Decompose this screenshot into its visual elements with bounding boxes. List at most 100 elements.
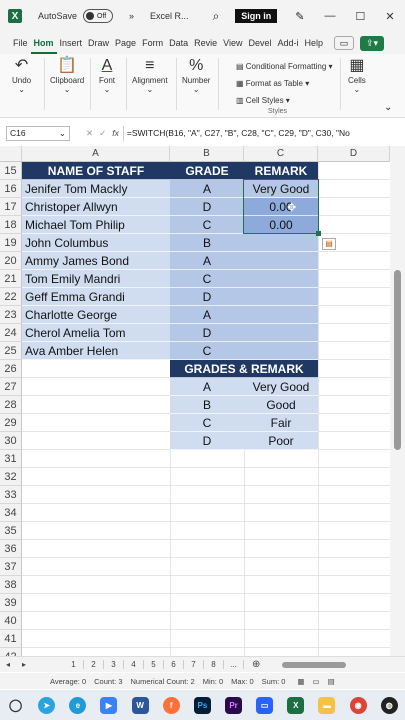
- row-header[interactable]: 35: [0, 522, 22, 540]
- grade-cell[interactable]: A: [170, 180, 244, 198]
- col-header-b[interactable]: B: [170, 146, 244, 162]
- normal-view-icon[interactable]: ▦: [297, 677, 304, 686]
- header-remark[interactable]: REMARK: [244, 162, 318, 180]
- tab-developer[interactable]: Devel: [245, 32, 274, 54]
- col-header-d[interactable]: D: [318, 146, 390, 162]
- staff-name-cell[interactable]: John Columbus: [22, 234, 170, 252]
- tab-draw[interactable]: Draw: [85, 32, 112, 54]
- row-header[interactable]: 33: [0, 486, 22, 504]
- remark-cell[interactable]: [244, 234, 318, 252]
- sheet-tab[interactable]: 7: [184, 660, 204, 669]
- more-commands-icon[interactable]: »: [129, 11, 134, 21]
- name-box[interactable]: C16 ⌄: [6, 125, 70, 141]
- staff-name-cell[interactable]: Charlotte George: [22, 306, 170, 324]
- firefox-icon[interactable]: f: [162, 696, 180, 714]
- grade-cell[interactable]: A: [170, 252, 244, 270]
- chrome-icon[interactable]: ◉: [349, 696, 367, 714]
- grade-key-cell[interactable]: C: [170, 414, 244, 432]
- search-icon[interactable]: ⌕: [213, 9, 220, 24]
- grade-key-cell[interactable]: D: [170, 432, 244, 450]
- grades-remark-title[interactable]: GRADES & REMARK: [170, 360, 318, 378]
- sign-in-button[interactable]: Sign in: [235, 9, 278, 23]
- spreadsheet-grid[interactable]: A B C D 15 16 17 18 19 20 21 22 23 24 25 26 27 28 29 30 31 32…: [0, 146, 390, 656]
- row-header[interactable]: 18: [0, 216, 22, 234]
- remark-cell[interactable]: [244, 324, 318, 342]
- row-header[interactable]: 40: [0, 612, 22, 630]
- telegram-icon[interactable]: ➤: [38, 696, 56, 714]
- row-header[interactable]: 38: [0, 576, 22, 594]
- quick-analysis-icon[interactable]: ▤: [322, 238, 336, 250]
- staff-name-cell[interactable]: Ava Amber Helen: [22, 342, 170, 360]
- grade-cell[interactable]: B: [170, 234, 244, 252]
- display-icon[interactable]: ▭: [256, 696, 274, 714]
- row-header[interactable]: 20: [0, 252, 22, 270]
- tab-review[interactable]: Revie: [191, 32, 220, 54]
- number-group[interactable]: % Number ⌄: [182, 56, 210, 94]
- row-header[interactable]: 36: [0, 540, 22, 558]
- conditional-formatting-button[interactable]: ▤ Conditional Formatting ▾: [236, 58, 333, 75]
- scrollbar-thumb[interactable]: [394, 270, 401, 450]
- obs-icon[interactable]: ◍: [380, 696, 398, 714]
- cells-group[interactable]: ▦ Cells ⌄: [348, 56, 366, 94]
- clipboard-group[interactable]: 📋 Clipboard ⌄: [50, 56, 84, 94]
- sheet-tab[interactable]: ...: [224, 660, 244, 669]
- fill-handle[interactable]: [316, 231, 321, 236]
- format-as-table-button[interactable]: ▦ Format as Table ▾: [236, 75, 333, 92]
- page-layout-icon[interactable]: ▭: [313, 677, 320, 686]
- remark-value-cell[interactable]: Fair: [244, 414, 318, 432]
- staff-name-cell[interactable]: Jenifer Tom Mackly: [22, 180, 170, 198]
- excel-taskbar-icon[interactable]: X: [287, 696, 305, 714]
- row-header[interactable]: 41: [0, 630, 22, 648]
- row-header[interactable]: 19: [0, 234, 22, 252]
- row-header[interactable]: 22: [0, 288, 22, 306]
- staff-name-cell[interactable]: Christoper Allwyn: [22, 198, 170, 216]
- remark-value-cell[interactable]: Good: [244, 396, 318, 414]
- row-header[interactable]: 15: [0, 162, 22, 180]
- row-header[interactable]: 32: [0, 468, 22, 486]
- sheet-tab[interactable]: 6: [164, 660, 184, 669]
- row-header[interactable]: 16: [0, 180, 22, 198]
- header-name-of-staff[interactable]: NAME OF STAFF: [22, 162, 170, 180]
- undo-group[interactable]: ↶ Undo ⌄: [12, 56, 31, 94]
- tab-view[interactable]: View: [220, 32, 245, 54]
- premiere-icon[interactable]: Pr: [225, 696, 243, 714]
- pen-icon[interactable]: ✎: [295, 10, 304, 23]
- file-name[interactable]: Excel R...: [150, 11, 189, 21]
- grade-key-cell[interactable]: A: [170, 378, 244, 396]
- tab-insert[interactable]: Insert: [57, 32, 86, 54]
- alignment-group[interactable]: ≡ Alignment ⌄: [132, 56, 168, 94]
- tab-formulas[interactable]: Form: [139, 32, 166, 54]
- col-header-a[interactable]: A: [22, 146, 170, 162]
- share-icon[interactable]: ⇪▾: [360, 35, 385, 51]
- corner-select-all[interactable]: [0, 146, 22, 162]
- staff-name-cell[interactable]: Ammy James Bond: [22, 252, 170, 270]
- add-sheet-icon[interactable]: ⊕: [252, 659, 260, 670]
- insert-function-icon[interactable]: fx: [112, 128, 119, 138]
- row-header[interactable]: 25: [0, 342, 22, 360]
- word-icon[interactable]: W: [131, 696, 149, 714]
- row-header[interactable]: 21: [0, 270, 22, 288]
- row-header[interactable]: 28: [0, 396, 22, 414]
- tab-data[interactable]: Data: [166, 32, 191, 54]
- cell-styles-button[interactable]: ▥ Cell Styles ▾: [236, 92, 333, 109]
- grade-cell[interactable]: A: [170, 306, 244, 324]
- sheet-tab[interactable]: 4: [124, 660, 144, 669]
- formula-input[interactable]: =SWITCH(B16, "A", C27, "B", C28, "C", C2…: [122, 125, 405, 141]
- tab-addins[interactable]: Add-i: [274, 32, 301, 54]
- grade-cell[interactable]: C: [170, 216, 244, 234]
- header-grade[interactable]: GRADE: [170, 162, 244, 180]
- row-header[interactable]: 23: [0, 306, 22, 324]
- maximize-icon[interactable]: ☐: [356, 10, 366, 23]
- sheet-tab[interactable]: 2: [84, 660, 104, 669]
- row-header[interactable]: 26: [0, 360, 22, 378]
- autosave-toggle[interactable]: Off: [83, 9, 114, 23]
- row-header[interactable]: 30: [0, 432, 22, 450]
- grade-cell[interactable]: D: [170, 324, 244, 342]
- comments-icon[interactable]: ▭: [334, 36, 355, 50]
- horizontal-scrollbar[interactable]: [282, 661, 347, 668]
- remark-value-cell[interactable]: Very Good: [244, 378, 318, 396]
- sheet-tab[interactable]: 8: [204, 660, 224, 669]
- staff-name-cell[interactable]: Tom Emily Mandri: [22, 270, 170, 288]
- col-header-c[interactable]: C: [244, 146, 318, 162]
- row-header[interactable]: 24: [0, 324, 22, 342]
